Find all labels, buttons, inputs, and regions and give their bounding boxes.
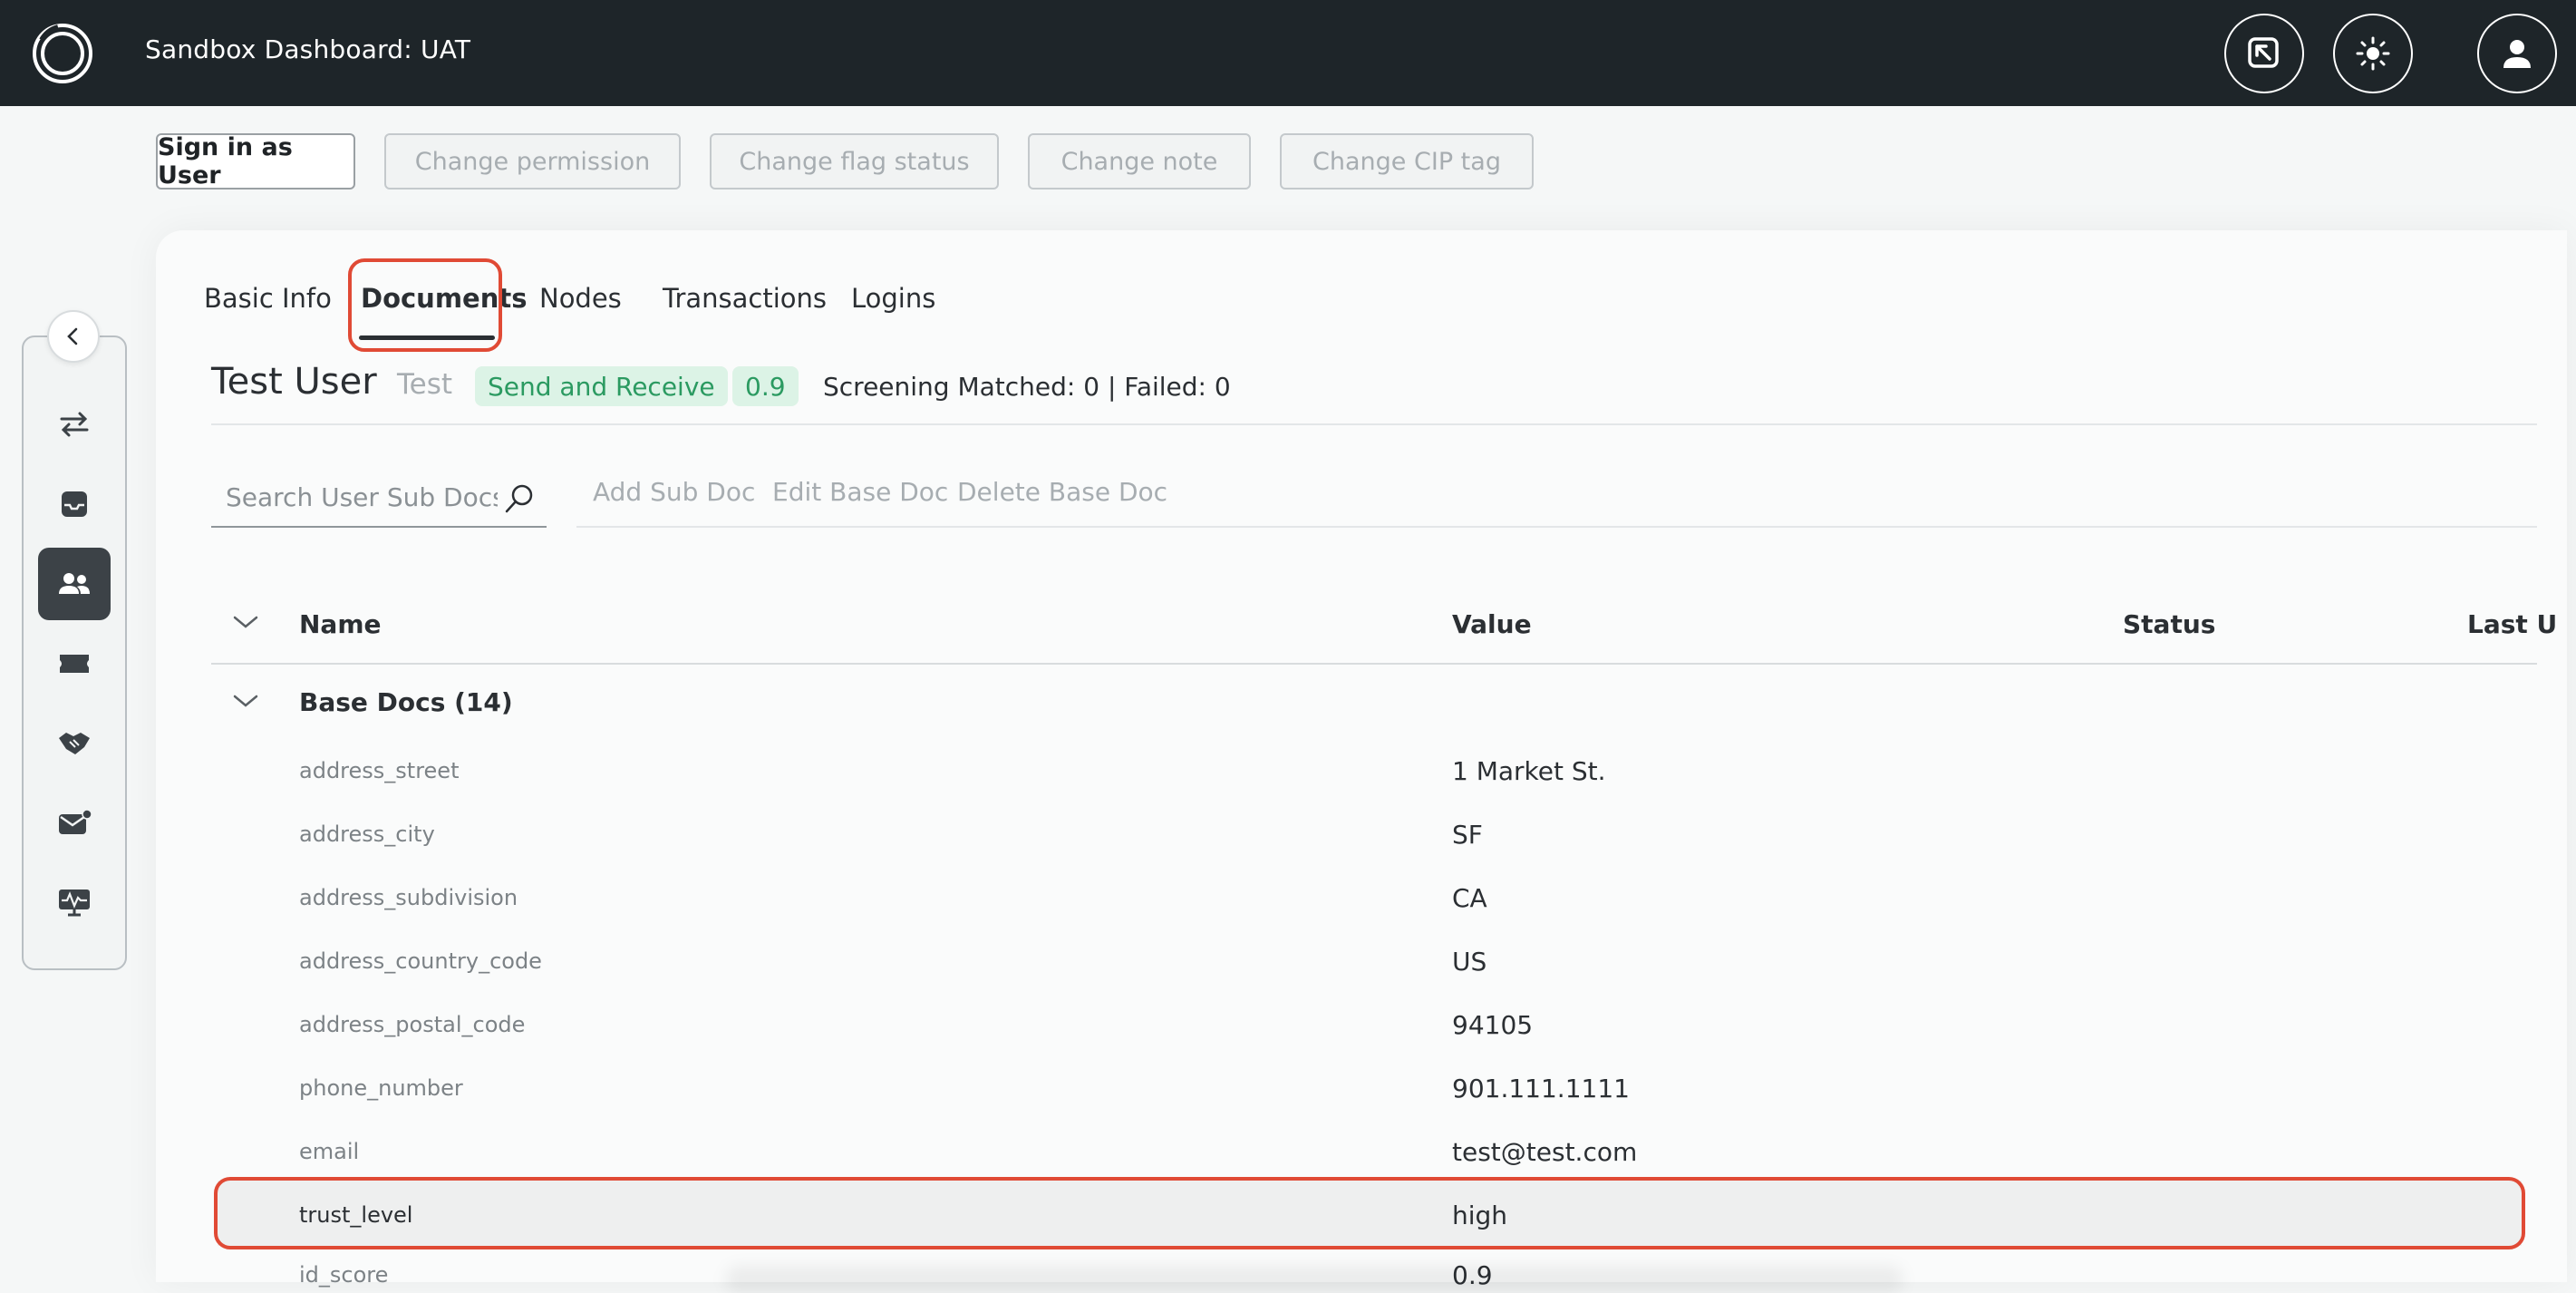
search-icon[interactable] (503, 482, 536, 515)
table-row-value: test@test.com (1452, 1137, 1638, 1167)
table-row-value: US (1452, 947, 1487, 977)
logo-icon[interactable] (31, 22, 94, 85)
change-permission-button[interactable]: Change permission (384, 133, 681, 190)
tab-basic-info[interactable]: Basic Info (204, 283, 332, 314)
sidebar-item-transactions[interactable] (38, 388, 111, 461)
change-flag-status-button[interactable]: Change flag status (710, 133, 999, 190)
external-link-button[interactable] (2224, 14, 2304, 93)
user-tag: Test (397, 368, 453, 401)
table-row-name: phone_number (299, 1075, 463, 1101)
table-row-value: CA (1452, 883, 1487, 913)
screening-status: Screening Matched: 0 | Failed: 0 (823, 372, 1231, 402)
score-badge: 0.9 (732, 366, 799, 406)
collapse-sidebar-button[interactable] (47, 310, 100, 363)
sign-in-as-user-button[interactable]: Sign in as User (156, 133, 355, 190)
permission-badge: Send and Receive (475, 366, 728, 406)
search-sub-docs (211, 468, 547, 528)
tab-logins[interactable]: Logins (851, 283, 935, 314)
column-header-status[interactable]: Status (2123, 609, 2215, 639)
sidebar-item-inbox[interactable] (38, 468, 111, 540)
chevron-left-icon (67, 327, 78, 345)
tab-highlight-annotation (348, 258, 502, 352)
inbox-icon (62, 491, 87, 517)
top-bar: Sandbox Dashboard: UAT (0, 0, 2576, 106)
mail-icon (59, 809, 92, 834)
ticket-icon (60, 655, 89, 673)
column-header-name[interactable]: Name (299, 609, 382, 639)
external-link-icon (2248, 37, 2279, 68)
theme-toggle-button[interactable] (2333, 14, 2413, 93)
table-row-value: 94105 (1452, 1010, 1534, 1040)
sidebar-item-users[interactable] (38, 548, 111, 620)
sidebar-item-messages[interactable] (38, 787, 111, 860)
delete-base-doc-button[interactable]: Delete Base Doc (957, 477, 1167, 507)
table-row-value: 1 Market St. (1452, 756, 1606, 786)
column-header-value[interactable]: Value (1452, 609, 1532, 639)
sidebar-item-monitoring[interactable] (38, 867, 111, 939)
group-label-base-docs[interactable]: Base Docs (14) (299, 687, 513, 717)
table-row-name: address_country_code (299, 948, 542, 974)
user-avatar-icon (2503, 40, 2531, 68)
user-menu-button[interactable] (2477, 14, 2557, 93)
handshake-icon (59, 733, 90, 754)
change-note-button[interactable]: Change note (1028, 133, 1251, 190)
table-row-value: SF (1452, 820, 1483, 850)
divider (211, 423, 2537, 425)
expand-all-chevron-icon[interactable] (232, 613, 259, 631)
table-row-name: address_street (299, 758, 460, 783)
table-row-name: id_score (299, 1262, 389, 1288)
users-icon (59, 573, 90, 594)
tab-nodes[interactable]: Nodes (539, 283, 622, 314)
divider (211, 663, 2537, 665)
add-sub-doc-button[interactable]: Add Sub Doc (593, 477, 755, 507)
app-title: Sandbox Dashboard: UAT (145, 34, 471, 64)
table-row-value: 901.111.1111 (1452, 1074, 1630, 1103)
change-cip-tag-button[interactable]: Change CIP tag (1280, 133, 1534, 190)
column-header-last-updated[interactable]: Last U (2467, 609, 2557, 639)
table-row-name: address_city (299, 821, 435, 847)
edit-base-doc-button[interactable]: Edit Base Doc (772, 477, 948, 507)
sidebar-item-tickets[interactable] (38, 627, 111, 700)
sun-icon (2356, 36, 2390, 71)
divider (576, 526, 2537, 528)
scroll-shadow (725, 1266, 1903, 1293)
table-row-name: address_postal_code (299, 1012, 526, 1037)
group-chevron-down-icon[interactable] (232, 692, 259, 710)
table-row-name: email (299, 1139, 360, 1164)
table-row-name: address_subdivision (299, 885, 518, 910)
search-input[interactable] (226, 479, 498, 515)
row-highlight-annotation (214, 1177, 2525, 1249)
sidebar-item-partners[interactable] (38, 707, 111, 780)
transfer-icon (60, 412, 89, 437)
user-name: Test User (211, 361, 377, 403)
monitor-icon (59, 890, 90, 917)
tab-transactions[interactable]: Transactions (663, 283, 827, 314)
